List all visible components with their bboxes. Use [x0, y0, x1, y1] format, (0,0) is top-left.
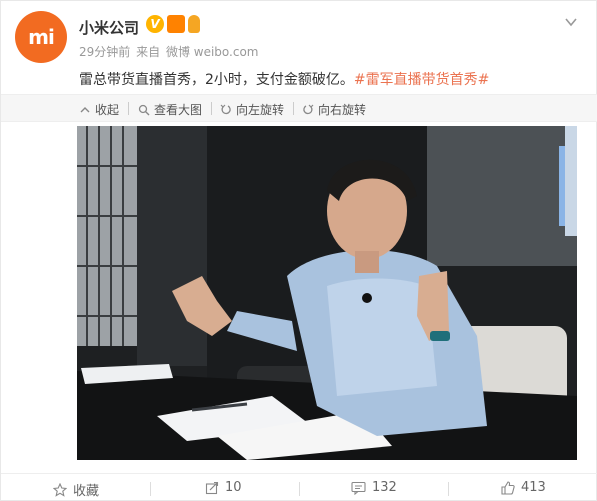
- collapse-button[interactable]: 收起: [79, 101, 119, 118]
- xiaomi-logo: mi: [28, 25, 55, 49]
- magnifier-icon: [138, 104, 150, 115]
- bulb-badge-icon[interactable]: [188, 15, 200, 33]
- collapse-icon: [80, 106, 90, 112]
- post-photo[interactable]: [77, 126, 577, 460]
- favorite-button[interactable]: 收藏: [53, 480, 99, 499]
- rotate-left-label: 向左旋转: [236, 103, 285, 117]
- post-source[interactable]: 微博 weibo.com: [166, 45, 259, 59]
- hashtag-link[interactable]: #雷军直播带货首秀#: [354, 72, 489, 88]
- toolbar-divider: [293, 102, 294, 115]
- repost-icon: [205, 481, 219, 494]
- like-button[interactable]: 413: [501, 480, 546, 495]
- image-toolbar: 收起 查看大图 向左旋转 向右旋转: [1, 94, 597, 122]
- view-large-button[interactable]: 查看大图: [138, 101, 202, 118]
- view-large-label: 查看大图: [154, 103, 203, 117]
- post-text: 雷总带货直播首秀，2小时，支付金额破亿。#雷军直播带货首秀#: [79, 69, 489, 89]
- rotate-right-icon: [303, 104, 314, 114]
- rotate-right-label: 向右旋转: [318, 103, 367, 117]
- like-count: 413: [521, 480, 546, 495]
- post-time[interactable]: 29分钟前: [79, 45, 130, 59]
- livestream-photo: [77, 126, 577, 460]
- comment-button[interactable]: 132: [351, 480, 397, 495]
- author-badges: V: [146, 15, 200, 33]
- post-meta: 29分钟前 来自 微博 weibo.com: [79, 43, 261, 60]
- actions-divider: [299, 482, 300, 496]
- rotate-left-icon: [220, 104, 231, 114]
- thumbs-up-icon: [501, 480, 515, 495]
- avatar[interactable]: mi: [15, 11, 67, 63]
- toolbar-divider: [128, 102, 129, 115]
- author-name[interactable]: 小米公司: [79, 17, 139, 38]
- comment-count: 132: [372, 480, 397, 495]
- weibo-post-card: mi 小米公司 V 29分钟前 来自 微博 weibo.com 雷总带货直播首秀…: [0, 0, 597, 501]
- source-prefix: 来自: [136, 45, 161, 59]
- chevron-down-icon[interactable]: [564, 15, 578, 29]
- comment-icon: [351, 481, 366, 495]
- star-icon: [53, 482, 67, 497]
- rotate-left-button[interactable]: 向左旋转: [220, 101, 284, 118]
- member-badge-icon[interactable]: [167, 15, 185, 33]
- verified-icon[interactable]: V: [146, 15, 164, 33]
- favorite-label: 收藏: [73, 484, 100, 499]
- collapse-label: 收起: [95, 103, 120, 117]
- repost-button[interactable]: 10: [205, 480, 242, 495]
- post-body: 雷总带货直播首秀，2小时，支付金额破亿。: [79, 72, 354, 88]
- post-actions: 收藏 10 132 413: [1, 473, 597, 501]
- actions-divider: [150, 482, 151, 496]
- toolbar-divider: [211, 102, 212, 115]
- repost-count: 10: [225, 480, 242, 495]
- rotate-right-button[interactable]: 向右旋转: [302, 101, 366, 118]
- actions-divider: [448, 482, 449, 496]
